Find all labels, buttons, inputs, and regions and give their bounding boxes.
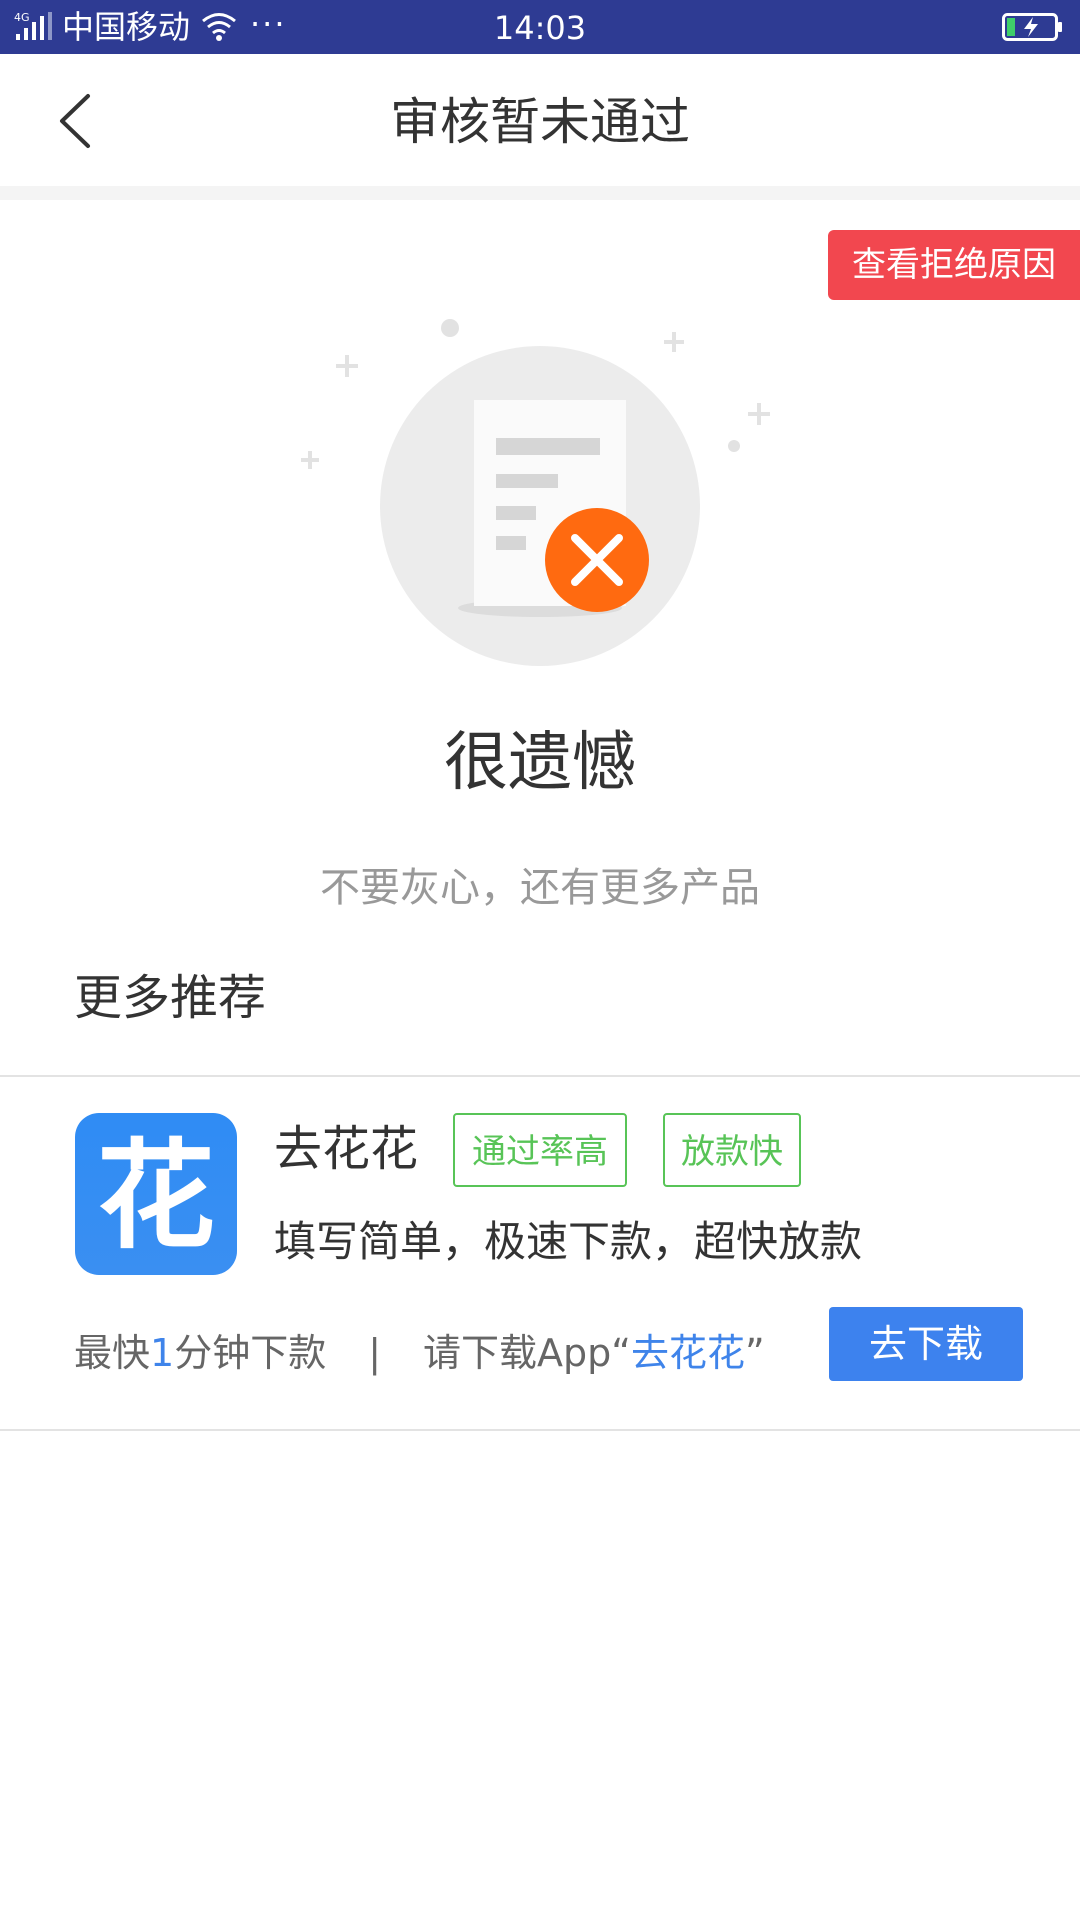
section-gap (0, 186, 1080, 200)
app-logo-icon: 花 (75, 1113, 237, 1275)
result-subtitle: 不要灰心，还有更多产品 (320, 865, 760, 911)
download-button[interactable]: 去下载 (829, 1307, 1023, 1381)
tag-badge: 放款快 (663, 1113, 801, 1187)
download-hint-prefix: 请下载App“ (423, 1331, 631, 1375)
error-close-icon (545, 508, 649, 612)
meta-highlight-number: 1 (150, 1331, 175, 1375)
result-headline: 很遗憾 (444, 726, 636, 800)
divider (0, 1075, 1080, 1077)
product-meta: 最快1分钟下款 | 请下载App“去花花” (74, 1324, 765, 1382)
section-title: 更多推荐 (74, 970, 267, 1026)
meta-prefix: 最快 (74, 1331, 151, 1375)
battery-charging-icon (1002, 13, 1062, 41)
divider (0, 1429, 1080, 1431)
status-bar: 4G 中国移动 ··· 14:03 (0, 0, 1080, 54)
nav-bar: 审核暂未通过 (0, 54, 1080, 186)
rejected-document-illustration (301, 319, 770, 666)
product-name: 去花花 (274, 1121, 419, 1177)
tag-badge: 通过率高 (453, 1113, 627, 1187)
meta-suffix: 分钟下款 (174, 1331, 327, 1375)
meta-separator: | (368, 1331, 382, 1375)
product-description: 填写简单，极速下款，超快放款 (274, 1217, 863, 1266)
clock: 14:03 (493, 9, 587, 47)
download-app-name: 去花花 (630, 1331, 745, 1375)
page-title: 审核暂未通过 (390, 93, 690, 151)
svg-text:花: 花 (97, 1127, 215, 1265)
download-hint-suffix: ” (744, 1331, 765, 1375)
view-reject-reason-button[interactable]: 查看拒绝原因 (828, 230, 1080, 300)
